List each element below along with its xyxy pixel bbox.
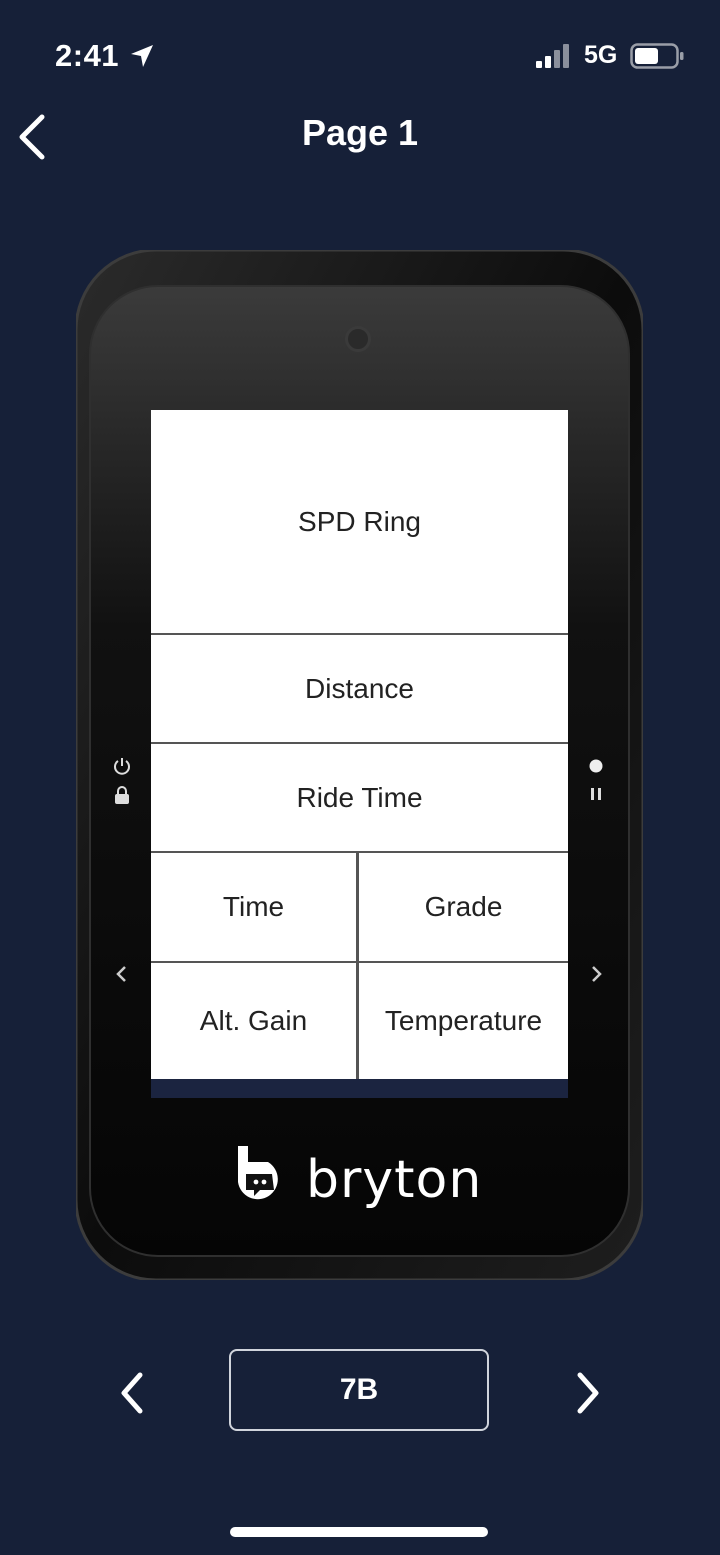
field-distance[interactable]: Distance (151, 635, 568, 743)
device-screen: SPD Ring Distance Ride Time Time Grade A… (151, 410, 568, 1098)
layout-value-box[interactable]: 7B (229, 1349, 489, 1431)
status-bar: 2:41 5G (0, 0, 720, 110)
field-spd-ring[interactable]: SPD Ring (151, 410, 568, 634)
record-icon (589, 759, 603, 773)
status-time: 2:41 (55, 38, 120, 73)
right-arrow-icon (592, 966, 602, 982)
field-time[interactable]: Time (151, 853, 356, 961)
home-indicator[interactable] (230, 1527, 488, 1537)
left-arrow-icon (116, 966, 126, 982)
location-arrow-icon (131, 45, 153, 67)
pause-icon (591, 788, 601, 800)
device-preview: SPD Ring Distance Ride Time Time Grade A… (76, 250, 643, 1280)
field-alt-gain[interactable]: Alt. Gain (151, 963, 356, 1079)
field-grade[interactable]: Grade (359, 853, 568, 961)
page-title: Page 1 (301, 112, 419, 153)
power-icon (114, 758, 130, 775)
field-ride-time[interactable]: Ride Time (151, 744, 568, 852)
signal-icon (536, 44, 569, 68)
nav-bar: Page 1 (0, 95, 720, 180)
battery-icon (630, 43, 684, 69)
svg-text:bryton: bryton (306, 1150, 482, 1210)
bryton-logo: bryton (238, 1146, 482, 1210)
camera-lens (345, 326, 371, 352)
lock-icon (115, 786, 129, 804)
field-temperature[interactable]: Temperature (359, 963, 568, 1079)
network-label: 5G (584, 41, 618, 69)
prev-layout-button[interactable] (112, 1367, 152, 1419)
layout-selector: 7B (0, 1345, 720, 1435)
divider (356, 853, 359, 1079)
next-layout-button[interactable] (568, 1367, 608, 1419)
screen-bottom-bar (151, 1079, 568, 1098)
